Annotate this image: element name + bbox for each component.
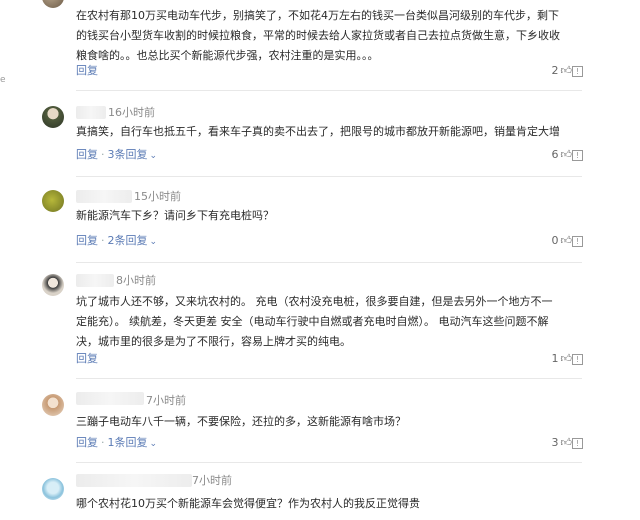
like-count: 0 — [551, 234, 559, 247]
thumbs-up-icon: 👍︎ — [560, 352, 573, 365]
like-button[interactable]: 6 👍︎ — [552, 148, 573, 162]
username[interactable] — [76, 392, 144, 405]
comment-actions: 回复 · 3条回复 ⌄ — [76, 148, 157, 163]
replies-count-label: 1条回复 — [107, 436, 148, 449]
username[interactable] — [76, 106, 106, 119]
comment-actions: 回复 — [76, 64, 98, 78]
replies-count-label: 2条回复 — [107, 234, 148, 247]
report-icon[interactable]: ! — [572, 66, 583, 77]
reply-button[interactable]: 回复 — [76, 436, 98, 449]
comment-text: 新能源汽车下乡？请问乡下有充电桩吗？ — [76, 209, 274, 222]
reply-button[interactable]: 回复 — [76, 234, 98, 247]
comment-item: 在农村有那10万买电动车代步，别搞笑了，不如花4万左右的钱买一台类似昌河级别的车… — [0, 0, 640, 92]
avatar[interactable] — [42, 478, 64, 500]
timestamp: 7小时前 — [146, 394, 186, 407]
like-count: 1 — [551, 352, 559, 365]
avatar[interactable] — [42, 394, 64, 416]
comment-item: 16小时前 真搞笑，自行车也抵五千，看来车子真的卖不出去了，把限号的城市都放开新… — [0, 92, 640, 178]
like-button[interactable]: 0 👍︎ — [552, 234, 573, 248]
comment-item: 7小时前 三蹦子电动车八千一辆，不要保险，还拉的多，这新能源有啥市场？ 回复 · 1… — [0, 380, 640, 464]
username[interactable] — [76, 274, 114, 287]
divider — [76, 176, 582, 177]
thumbs-up-icon: 👍︎ — [560, 64, 573, 77]
thumbs-up-icon: 👍︎ — [560, 436, 573, 449]
thumbs-up-icon: 👍︎ — [560, 234, 573, 247]
view-replies-button[interactable]: 2条回复 ⌄ — [108, 234, 158, 247]
avatar[interactable] — [42, 106, 64, 128]
comment-actions: 回复 · 1条回复 ⌄ — [76, 436, 157, 451]
view-replies-button[interactable]: 3条回复 ⌄ — [108, 148, 158, 161]
comment-text: 哪个农村花10万买个新能源车会觉得便宜？作为农村人的我反正觉得贵 — [76, 497, 420, 510]
comment-text: 三蹦子电动车八千一辆，不要保险，还拉的多，这新能源有啥市场？ — [76, 415, 406, 428]
like-count: 6 — [551, 148, 559, 161]
comment-text: 坑了城市人还不够，又来坑农村的。 充电（农村没充电桩，很多要自建，但是去另外一个… — [76, 295, 553, 348]
separator: · — [101, 148, 105, 161]
comment-actions: 回复 — [76, 352, 98, 366]
separator: · — [101, 234, 105, 247]
report-icon[interactable]: ! — [572, 354, 583, 365]
avatar[interactable] — [42, 0, 64, 8]
timestamp: 7小时前 — [192, 474, 232, 487]
comment-text: 真搞笑，自行车也抵五千，看来车子真的卖不出去了，把限号的城市都放开新能源吧，销量… — [76, 125, 560, 138]
username[interactable] — [76, 190, 132, 203]
divider — [76, 262, 582, 263]
replies-count-label: 3条回复 — [107, 148, 148, 161]
timestamp: 16小时前 — [108, 106, 155, 119]
username[interactable] — [76, 474, 192, 487]
comment-actions: 回复 · 2条回复 ⌄ — [76, 234, 157, 249]
like-count: 2 — [551, 64, 559, 77]
like-button[interactable]: 1 👍︎ — [552, 352, 573, 366]
timestamp: 8小时前 — [116, 274, 156, 287]
divider — [76, 462, 582, 463]
like-count: 3 — [551, 436, 559, 449]
divider — [76, 90, 582, 91]
comment-item: 7小时前 哪个农村花10万买个新能源车会觉得便宜？作为农村人的我反正觉得贵 — [0, 464, 640, 520]
timestamp: 15小时前 — [134, 190, 181, 203]
divider — [76, 378, 582, 379]
separator: · — [101, 436, 105, 449]
report-icon[interactable]: ! — [572, 236, 583, 247]
report-icon[interactable]: ! — [572, 438, 583, 449]
avatar[interactable] — [42, 274, 64, 296]
view-replies-button[interactable]: 1条回复 ⌄ — [108, 436, 158, 449]
chevron-down-icon: ⌄ — [149, 237, 158, 247]
report-icon[interactable]: ! — [572, 150, 583, 161]
reply-button[interactable]: 回复 — [76, 352, 98, 365]
comment-text: 在农村有那10万买电动车代步，别搞笑了，不如花4万左右的钱买一台类似昌河级别的车… — [76, 9, 560, 62]
like-button[interactable]: 3 👍︎ — [552, 436, 573, 450]
chevron-down-icon: ⌄ — [149, 151, 158, 161]
chevron-down-icon: ⌄ — [149, 439, 158, 449]
avatar[interactable] — [42, 190, 64, 212]
comment-item: 15小时前 新能源汽车下乡？请问乡下有充电桩吗？ 回复 · 2条回复 ⌄ 0 👍︎ ! — [0, 178, 640, 264]
thumbs-up-icon: 👍︎ — [560, 148, 573, 161]
comment-item: 8小时前 坑了城市人还不够，又来坑农村的。 充电（农村没充电桩，很多要自建，但是… — [0, 264, 640, 380]
reply-button[interactable]: 回复 — [76, 64, 98, 77]
reply-button[interactable]: 回复 — [76, 148, 98, 161]
like-button[interactable]: 2 👍︎ — [552, 64, 573, 78]
